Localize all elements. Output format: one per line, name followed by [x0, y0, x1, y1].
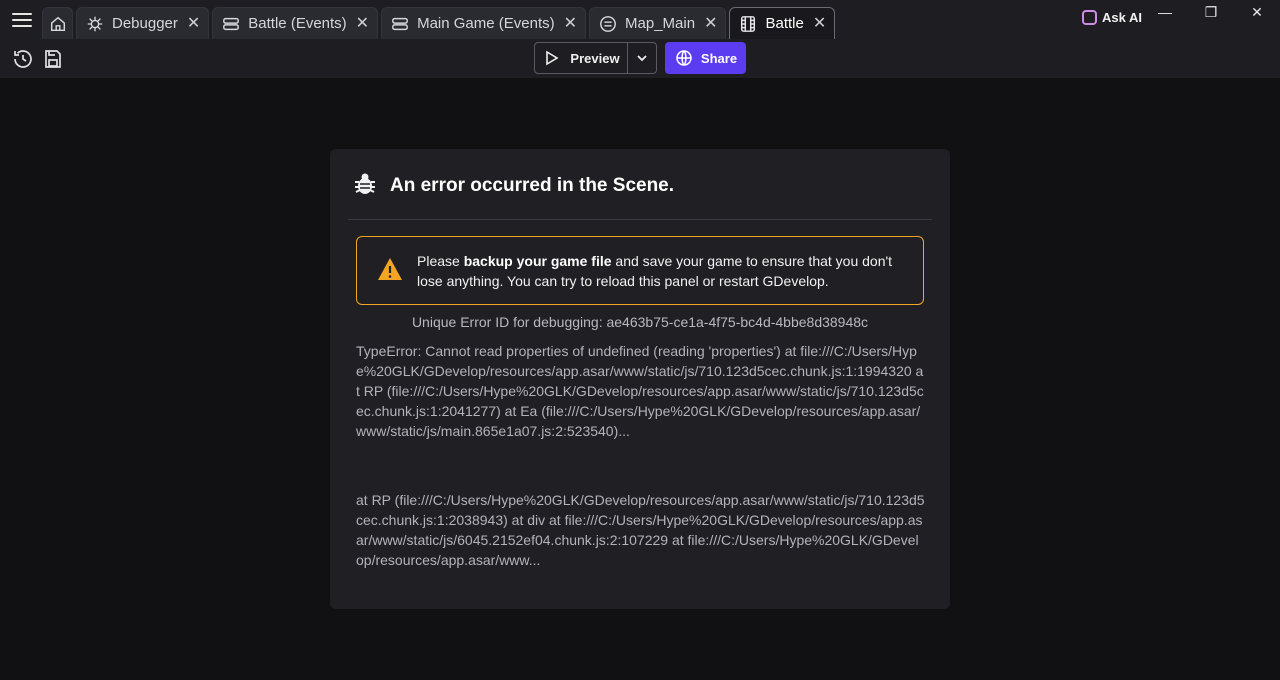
- tab-label: Battle: [765, 15, 804, 32]
- warning-box: Please backup your game file and save yo…: [356, 236, 924, 305]
- warning-prefix: Please: [417, 252, 464, 269]
- bug-nodes-icon: [85, 14, 105, 34]
- bug-icon: [352, 171, 378, 200]
- minimize-icon[interactable]: —: [1150, 2, 1180, 22]
- tab-label: Debugger: [112, 15, 178, 32]
- tab-bar: Debugger ✕ Battle (Events) ✕ Main Game (…: [42, 7, 836, 40]
- preview-button-group: Preview: [534, 42, 657, 74]
- ask-ai-button[interactable]: Ask AI: [1082, 10, 1142, 25]
- warning-bold: backup your game file: [463, 252, 612, 269]
- tab-home[interactable]: [42, 7, 73, 39]
- tab-label: Map_Main: [625, 15, 696, 32]
- error-header: An error occurred in the Scene.: [352, 171, 674, 200]
- preview-label: Preview: [570, 50, 620, 66]
- title-bar: Debugger ✕ Battle (Events) ✕ Main Game (…: [0, 0, 1280, 40]
- events-list-icon: [390, 14, 410, 34]
- warning-text: Please backup your game file and save yo…: [417, 251, 909, 291]
- warning-icon: [377, 257, 403, 284]
- share-button[interactable]: Share: [665, 42, 746, 74]
- ai-robot-icon: [1082, 10, 1097, 25]
- tab-main-game-events[interactable]: Main Game (Events) ✕: [381, 7, 587, 39]
- share-label: Share: [700, 50, 738, 66]
- close-icon[interactable]: ✕: [564, 15, 577, 32]
- save-icon[interactable]: [42, 48, 64, 70]
- close-window-icon[interactable]: ✕: [1242, 2, 1272, 22]
- tab-label: Battle (Events): [248, 15, 347, 32]
- error-panel: An error occurred in the Scene. Please b…: [330, 149, 950, 609]
- home-icon: [48, 14, 68, 34]
- preview-button[interactable]: Preview: [535, 43, 628, 73]
- events-list-icon: [221, 14, 241, 34]
- tab-battle-events[interactable]: Battle (Events) ✕: [212, 7, 379, 39]
- tab-label: Main Game (Events): [417, 15, 555, 32]
- component-stack-trace: at RP (file:///C:/Users/Hype%20GLK/GDeve…: [356, 492, 925, 568]
- film-scene-icon: [738, 14, 758, 34]
- close-icon[interactable]: ✕: [704, 15, 717, 32]
- tab-map-main[interactable]: Map_Main ✕: [589, 7, 727, 39]
- error-stack-trace: TypeError: Cannot read properties of und…: [356, 343, 924, 439]
- play-icon: [542, 48, 562, 68]
- tab-battle[interactable]: Battle ✕: [729, 7, 836, 39]
- globe-icon: [674, 48, 694, 68]
- ask-ai-label: Ask AI: [1102, 10, 1142, 25]
- tab-debugger[interactable]: Debugger ✕: [76, 7, 210, 39]
- close-icon[interactable]: ✕: [187, 15, 200, 32]
- close-icon[interactable]: ✕: [813, 15, 826, 32]
- divider: [348, 219, 932, 220]
- hamburger-menu-icon[interactable]: [10, 10, 34, 30]
- history-icon[interactable]: [12, 48, 34, 70]
- preview-dropdown-button[interactable]: [628, 43, 656, 73]
- chevron-down-icon: [632, 48, 652, 68]
- close-icon[interactable]: ✕: [356, 15, 369, 32]
- error-id: Unique Error ID for debugging: ae463b75-…: [411, 314, 869, 330]
- restore-icon[interactable]: ❐: [1196, 2, 1226, 22]
- external-events-icon: [598, 14, 618, 34]
- error-title: An error occurred in the Scene.: [390, 174, 675, 196]
